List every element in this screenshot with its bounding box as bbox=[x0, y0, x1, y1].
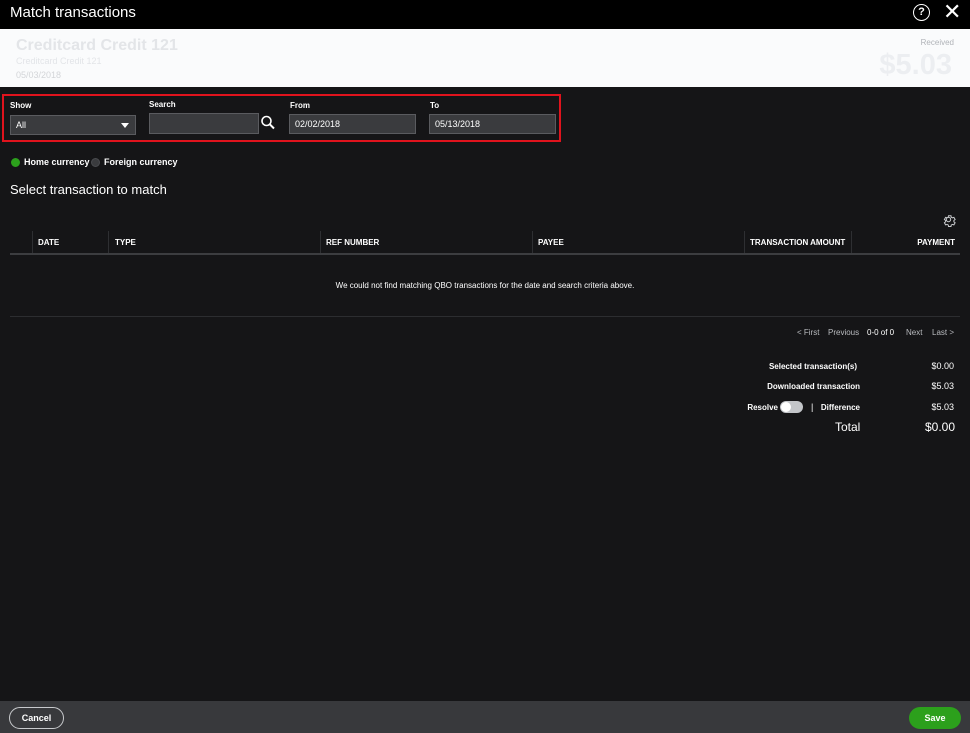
pagination-first[interactable]: < First bbox=[797, 328, 819, 337]
pagination-last[interactable]: Last > bbox=[932, 328, 954, 337]
to-date-input[interactable]: 05/13/2018 bbox=[429, 114, 556, 134]
pagination-previous[interactable]: Previous bbox=[828, 328, 859, 337]
chevron-down-icon bbox=[121, 123, 129, 128]
downloaded-transaction-value: $5.03 bbox=[931, 381, 954, 391]
column-header-type[interactable]: TYPE bbox=[115, 238, 136, 247]
resolve-label: Resolve bbox=[747, 403, 778, 412]
column-header-date[interactable]: DATE bbox=[38, 238, 59, 247]
column-divider bbox=[744, 231, 745, 253]
column-divider bbox=[108, 231, 109, 253]
search-label: Search bbox=[149, 100, 176, 109]
save-button[interactable]: Save bbox=[909, 707, 961, 729]
column-divider bbox=[32, 231, 33, 253]
question-circle-icon[interactable]: ? bbox=[913, 4, 930, 21]
table-bottom-divider bbox=[10, 316, 960, 317]
transaction-subtitle: Creditcard Credit 121 bbox=[16, 56, 102, 66]
foreign-currency-radio[interactable] bbox=[91, 158, 100, 167]
column-divider bbox=[320, 231, 321, 253]
title-bar: Match transactions ? ✕ bbox=[0, 0, 970, 29]
empty-table-message: We could not find matching QBO transacti… bbox=[335, 281, 635, 290]
table-header: DATE TYPE REF NUMBER PAYEE TRANSACTION A… bbox=[10, 231, 960, 255]
search-input[interactable] bbox=[149, 113, 259, 134]
dialog-title: Match transactions bbox=[10, 4, 136, 21]
dialog-footer: Cancel Save bbox=[0, 701, 970, 733]
home-currency-label[interactable]: Home currency bbox=[24, 157, 90, 167]
selected-transactions-value: $0.00 bbox=[931, 361, 954, 371]
column-header-transaction-amount[interactable]: TRANSACTION AMOUNT bbox=[750, 238, 845, 247]
column-divider bbox=[532, 231, 533, 253]
summary-separator: | bbox=[811, 402, 814, 412]
difference-label: Difference bbox=[820, 403, 860, 412]
cancel-button[interactable]: Cancel bbox=[9, 707, 64, 729]
toggle-knob bbox=[781, 402, 791, 412]
column-header-payee[interactable]: PAYEE bbox=[538, 238, 564, 247]
pagination-count: 0-0 of 0 bbox=[867, 328, 895, 337]
from-date-input[interactable]: 02/02/2018 bbox=[289, 114, 416, 134]
downloaded-transaction-label: Downloaded transaction bbox=[767, 382, 860, 391]
column-header-ref-number[interactable]: REF NUMBER bbox=[326, 238, 379, 247]
pagination-next[interactable]: Next bbox=[906, 328, 922, 337]
to-label: To bbox=[430, 101, 440, 110]
close-icon[interactable]: ✕ bbox=[943, 1, 961, 23]
show-dropdown-value: All bbox=[16, 120, 27, 130]
total-label: Total bbox=[835, 420, 861, 434]
selected-transactions-label: Selected transaction(s) bbox=[768, 362, 857, 371]
search-icon[interactable] bbox=[259, 113, 277, 133]
transaction-date: 05/03/2018 bbox=[16, 70, 62, 80]
transaction-amount: $5.03 bbox=[879, 49, 952, 81]
column-header-payment[interactable]: PAYMENT bbox=[917, 238, 955, 247]
section-title: Select transaction to match bbox=[10, 182, 167, 197]
show-label: Show bbox=[10, 101, 32, 110]
resolve-toggle[interactable] bbox=[780, 401, 803, 413]
difference-value: $5.03 bbox=[931, 402, 954, 412]
transaction-description: Creditcard Credit 121 bbox=[16, 37, 178, 54]
home-currency-radio[interactable] bbox=[11, 158, 20, 167]
downloaded-transaction-header: Creditcard Credit 121 Creditcard Credit … bbox=[0, 29, 970, 87]
gear-icon[interactable] bbox=[941, 212, 956, 227]
foreign-currency-label[interactable]: Foreign currency bbox=[104, 157, 178, 167]
show-dropdown[interactable]: All bbox=[10, 115, 136, 135]
column-divider bbox=[851, 231, 852, 253]
total-value: $0.00 bbox=[924, 420, 955, 434]
from-label: From bbox=[290, 101, 310, 110]
amount-label: Received bbox=[920, 38, 954, 47]
